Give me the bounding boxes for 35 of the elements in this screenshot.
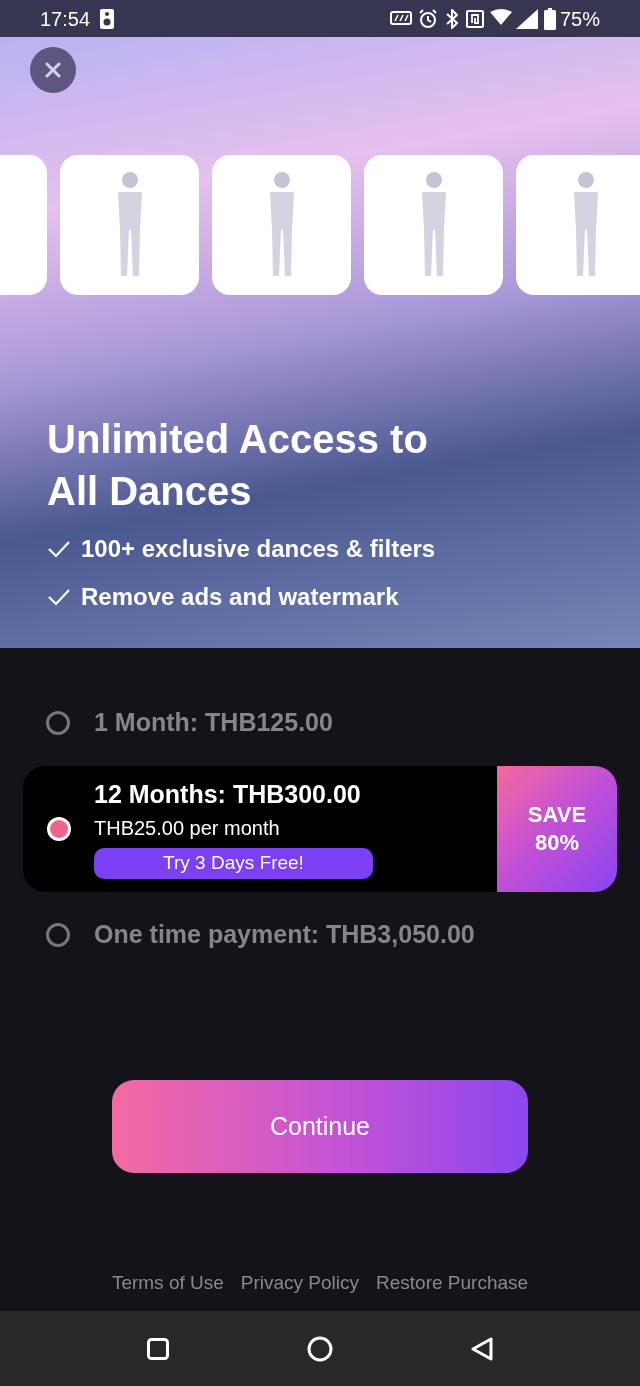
recents-icon[interactable] (147, 1337, 169, 1360)
radio-button[interactable] (46, 923, 70, 947)
speaker-icon (100, 8, 115, 29)
close-icon (45, 62, 61, 78)
status-time: 17:54 (40, 6, 91, 32)
refresh-rate-icon (389, 9, 412, 28)
alarm-icon (417, 8, 438, 29)
nfc-icon (465, 9, 484, 28)
home-icon[interactable] (307, 1335, 333, 1362)
footer-link[interactable]: Privacy Policy (240, 1268, 360, 1297)
battery-icon (543, 7, 556, 30)
plan-title: 12 Months: THB300.00 (94, 779, 362, 809)
check-icon (47, 540, 71, 558)
footer-link[interactable]: Terms of Use (111, 1268, 224, 1297)
trial-badge: Try 3 Days Free! (94, 848, 373, 879)
plan-title: 1 Month: THB125.00 (94, 707, 333, 739)
save-badge: SAVE 80% (497, 766, 617, 892)
continue-button[interactable]: Continue (112, 1080, 528, 1173)
feature-text: Remove ads and watermark (81, 582, 399, 612)
hero-title: Unlimited Access to All Dances (47, 416, 429, 515)
plan-card[interactable]: 12 Months: THB300.00 THB25.00 per month Try 3 Days Free! SAVE 80% (23, 766, 617, 892)
signal-icon (515, 8, 538, 29)
feature-text: 100+ exclusive dances & filters (81, 534, 436, 564)
plan-option[interactable]: 1 Month: THB125.00 (0, 700, 640, 746)
check-icon (47, 588, 71, 606)
radio-button[interactable] (46, 711, 70, 735)
plan-title: One time payment: THB3,050.00 (94, 919, 475, 951)
close-button[interactable] (30, 47, 76, 93)
footer-link[interactable]: Restore Purchase (376, 1268, 529, 1297)
plan-option[interactable]: One time payment: THB3,050.00 (0, 912, 640, 958)
radio-button[interactable] (47, 817, 71, 841)
back-icon[interactable] (471, 1336, 493, 1361)
plan-price-per-month: THB25.00 per month (94, 816, 281, 841)
battery-percentage: 75% (559, 6, 600, 32)
bluetooth-icon (445, 8, 458, 29)
